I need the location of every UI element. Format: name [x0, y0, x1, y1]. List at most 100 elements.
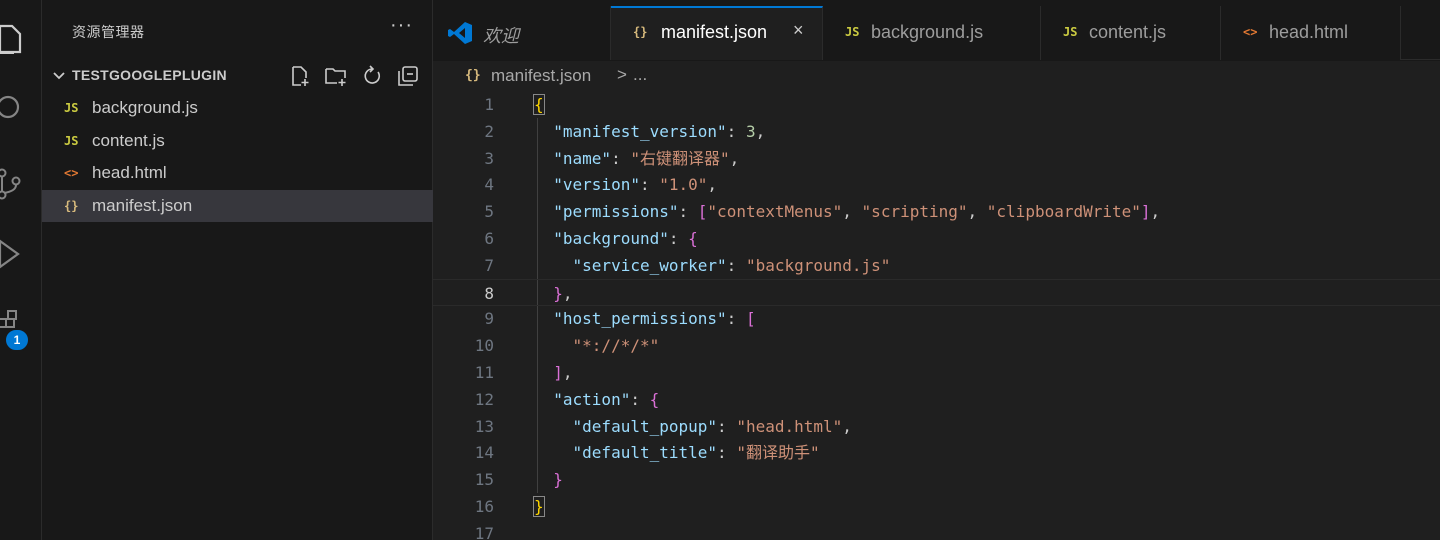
code-text: "permissions": ["contextMenus", "scripti…	[553, 202, 1161, 222]
code-line[interactable]: 9 "host_permissions": [	[433, 305, 1440, 332]
line-number: 10	[474, 336, 494, 356]
search-icon[interactable]	[0, 88, 42, 128]
code-line[interactable]: 17	[433, 520, 1440, 540]
code-text: "background": {	[553, 229, 698, 248]
code-text: {	[533, 94, 545, 115]
refresh-icon[interactable]	[354, 64, 390, 88]
code-line[interactable]: 4 "version": "1.0",	[433, 171, 1440, 198]
js-file-icon: JS	[1063, 25, 1078, 39]
code-line[interactable]: 3 "name": "右键翻译器",	[433, 145, 1440, 172]
code-text: "default_title": "翻译助手"	[572, 443, 820, 463]
js-file-icon: JS	[64, 101, 79, 115]
run-debug-icon[interactable]	[0, 234, 42, 274]
line-number: 1	[484, 95, 494, 114]
vscode-logo-icon	[447, 21, 473, 48]
code-line[interactable]: 13 "default_popup": "head.html",	[433, 413, 1440, 440]
line-number: 13	[474, 416, 494, 436]
code-line[interactable]: 6 "background": {	[433, 225, 1440, 252]
breadcrumb-more[interactable]: ...	[633, 65, 647, 85]
json-file-icon: {}	[465, 68, 481, 83]
code-text: "default_popup": "head.html",	[572, 416, 852, 436]
code-text: ],	[553, 363, 573, 382]
code-line[interactable]: 8 },	[433, 278, 1440, 306]
sidebar-header: 资源管理器 ···	[42, 0, 433, 64]
js-file-icon: JS	[845, 25, 860, 39]
file-label: content.js	[92, 131, 165, 150]
code-line[interactable]: 2 "manifest_version": 3,	[433, 118, 1440, 145]
file-item-head-html[interactable]: <> head.html	[42, 157, 433, 189]
line-number: 2	[484, 121, 494, 141]
code-text: "action": {	[553, 389, 660, 409]
json-file-icon: {}	[64, 199, 79, 213]
code-text: "host_permissions": [	[553, 309, 756, 329]
line-number: 17	[474, 523, 494, 540]
line-number: 3	[484, 148, 494, 168]
code-line[interactable]: 11 ],	[433, 359, 1440, 386]
line-number: 16	[474, 497, 494, 516]
editor-tabs: 欢迎 {} manifest.json × JS background.js J…	[433, 0, 1440, 60]
code-line[interactable]: 5 "permissions": ["contextMenus", "scrip…	[433, 198, 1440, 225]
code-text: },	[553, 283, 573, 303]
line-number: 9	[484, 309, 494, 329]
code-line[interactable]: 16}	[433, 493, 1440, 520]
tab-welcome[interactable]: 欢迎	[433, 6, 611, 60]
code-line[interactable]: 15 }	[433, 466, 1440, 493]
file-item-content-js[interactable]: JS content.js	[42, 125, 433, 157]
tab-head-html[interactable]: <> head.html	[1221, 6, 1401, 60]
code-text: "version": "1.0",	[553, 175, 718, 195]
tab-label: 欢迎	[483, 26, 519, 46]
extensions-badge: 1	[4, 328, 30, 352]
chevron-down-icon[interactable]	[52, 69, 66, 87]
close-icon[interactable]: ×	[793, 20, 804, 41]
file-item-background-js[interactable]: JS background.js	[42, 92, 433, 124]
tab-manifest-json[interactable]: {} manifest.json ×	[611, 6, 823, 60]
line-number: 11	[474, 363, 494, 382]
sidebar-title: 资源管理器	[72, 24, 145, 40]
breadcrumb-separator: >	[617, 65, 627, 84]
line-number: 5	[484, 202, 494, 222]
code-line[interactable]: 7 "service_worker": "background.js"	[433, 252, 1440, 279]
line-number: 8	[484, 283, 494, 303]
code-text: "*://*/*"	[572, 336, 660, 356]
line-number: 12	[474, 389, 494, 409]
code-text: "name": "右键翻译器",	[553, 148, 740, 168]
line-number: 6	[484, 229, 494, 248]
tab-content-js[interactable]: JS content.js	[1041, 6, 1221, 60]
new-file-icon[interactable]	[282, 64, 318, 88]
code-text: "manifest_version": 3,	[553, 121, 766, 141]
code-text: "service_worker": "background.js"	[572, 255, 891, 275]
tab-label: background.js	[871, 22, 984, 42]
tab-label: content.js	[1089, 22, 1167, 42]
line-number: 4	[484, 175, 494, 195]
html-file-icon: <>	[64, 166, 79, 180]
folder-name: TESTGOOGLEPLUGIN	[72, 67, 227, 83]
json-file-icon: {}	[633, 25, 648, 39]
code-line[interactable]: 1{	[433, 91, 1440, 118]
file-item-manifest-json[interactable]: {} manifest.json	[42, 190, 433, 222]
breadcrumb: {} manifest.json > ...	[433, 61, 1440, 91]
line-number: 15	[474, 470, 494, 490]
explorer-icon[interactable]	[0, 18, 42, 58]
collapse-all-icon[interactable]	[390, 64, 426, 88]
line-number: 14	[474, 443, 494, 463]
folder-actions	[282, 64, 426, 88]
activity-bar: 1	[0, 0, 42, 540]
js-file-icon: JS	[64, 134, 79, 148]
new-folder-icon[interactable]	[318, 64, 354, 88]
tab-background-js[interactable]: JS background.js	[823, 6, 1041, 60]
source-control-icon[interactable]	[0, 164, 42, 204]
code-editor[interactable]: 1{2 "manifest_version": 3, 3 "name": "右键翻…	[433, 91, 1440, 540]
file-label: manifest.json	[92, 196, 193, 215]
folder-row[interactable]: TESTGOOGLEPLUGIN	[42, 60, 433, 90]
code-line[interactable]: 14 "default_title": "翻译助手"	[433, 439, 1440, 466]
breadcrumb-file[interactable]: manifest.json	[491, 66, 591, 86]
tab-label: head.html	[1269, 22, 1349, 42]
more-actions-icon[interactable]: ···	[390, 14, 413, 37]
file-label: head.html	[92, 163, 167, 182]
code-text: }	[533, 496, 545, 517]
file-label: background.js	[92, 98, 198, 117]
code-line[interactable]: 12 "action": {	[433, 386, 1440, 413]
code-line[interactable]: 10 "*://*/*"	[433, 332, 1440, 359]
explorer-sidebar: 资源管理器 ··· TESTGOOGLEPLUGIN JS background…	[42, 0, 433, 540]
line-number: 7	[484, 255, 494, 275]
